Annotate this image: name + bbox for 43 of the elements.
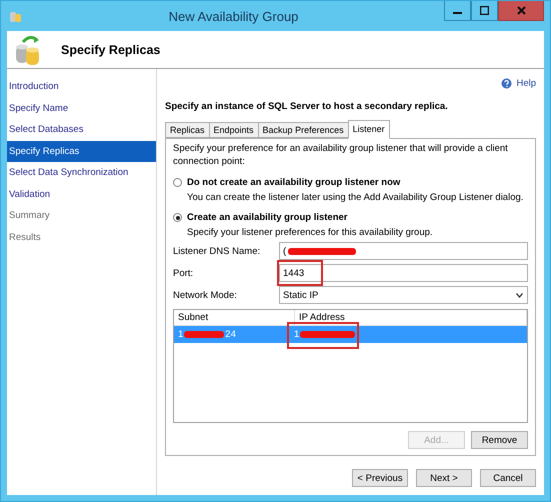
option-description: Specify your listener preferences for this availability group. [187, 227, 434, 238]
field-label: Port: [173, 268, 194, 278]
close-button[interactable] [498, 1, 544, 21]
radio-button[interactable] [173, 178, 182, 187]
option-description: You can create the listener later using the Add Availability Group Listener dialog. [187, 192, 524, 203]
list-action-button[interactable]: Remove [471, 431, 528, 449]
wizard-button[interactable]: < Previous [352, 469, 408, 487]
dropdown[interactable]: Static IP [279, 286, 528, 304]
help-link[interactable]: Help [501, 78, 536, 89]
radio-button[interactable] [173, 213, 182, 222]
chevron-down-icon [516, 292, 523, 298]
close-icon [516, 6, 526, 15]
field-label: Listener DNS Name: [173, 246, 262, 256]
column-header[interactable]: Subnet [174, 310, 295, 325]
cell-text: 1 [178, 329, 184, 340]
intro-text: Specify your preference for an availability group listener that will provide a client connection point: [173, 142, 509, 168]
option-label: Create an availability group listener [187, 212, 348, 223]
minimize-button[interactable] [444, 1, 471, 21]
app-icon [9, 9, 23, 23]
nav-item[interactable]: Specify Name [7, 98, 156, 119]
option-label: Do not create an availability group listener now [187, 177, 400, 188]
nav-item[interactable]: Introduction [7, 76, 156, 98]
input-field[interactable]: ( [279, 242, 528, 260]
cell-text: 24 [225, 329, 236, 340]
cell-text: 1 [294, 329, 300, 340]
tab[interactable]: Backup Preferences [258, 122, 348, 138]
window-title: New Availability Group [168, 8, 300, 24]
field-label: Network Mode: [173, 290, 238, 300]
tab[interactable]: Listener [348, 120, 390, 139]
nav-item[interactable]: Select Data Synchronization [7, 162, 156, 184]
input-field[interactable]: 1443 [279, 264, 528, 282]
wizard-button[interactable]: Next > [416, 469, 472, 487]
nav-item[interactable]: Select Databases [7, 119, 156, 140]
column-header[interactable]: IP Address [295, 310, 527, 325]
help-icon [501, 78, 512, 89]
tab[interactable]: Replicas [165, 122, 209, 138]
maximize-icon [480, 6, 489, 15]
nav-item[interactable]: Validation [7, 184, 156, 205]
nav-item[interactable]: Specify Replicas [7, 140, 156, 162]
instruction-text: Specify an instance of SQL Server to host a secondary replica. [165, 101, 449, 112]
tab[interactable]: Endpoints [208, 122, 258, 138]
wizard-button[interactable]: Cancel [480, 469, 536, 487]
page-title: Specify Replicas [61, 42, 160, 56]
